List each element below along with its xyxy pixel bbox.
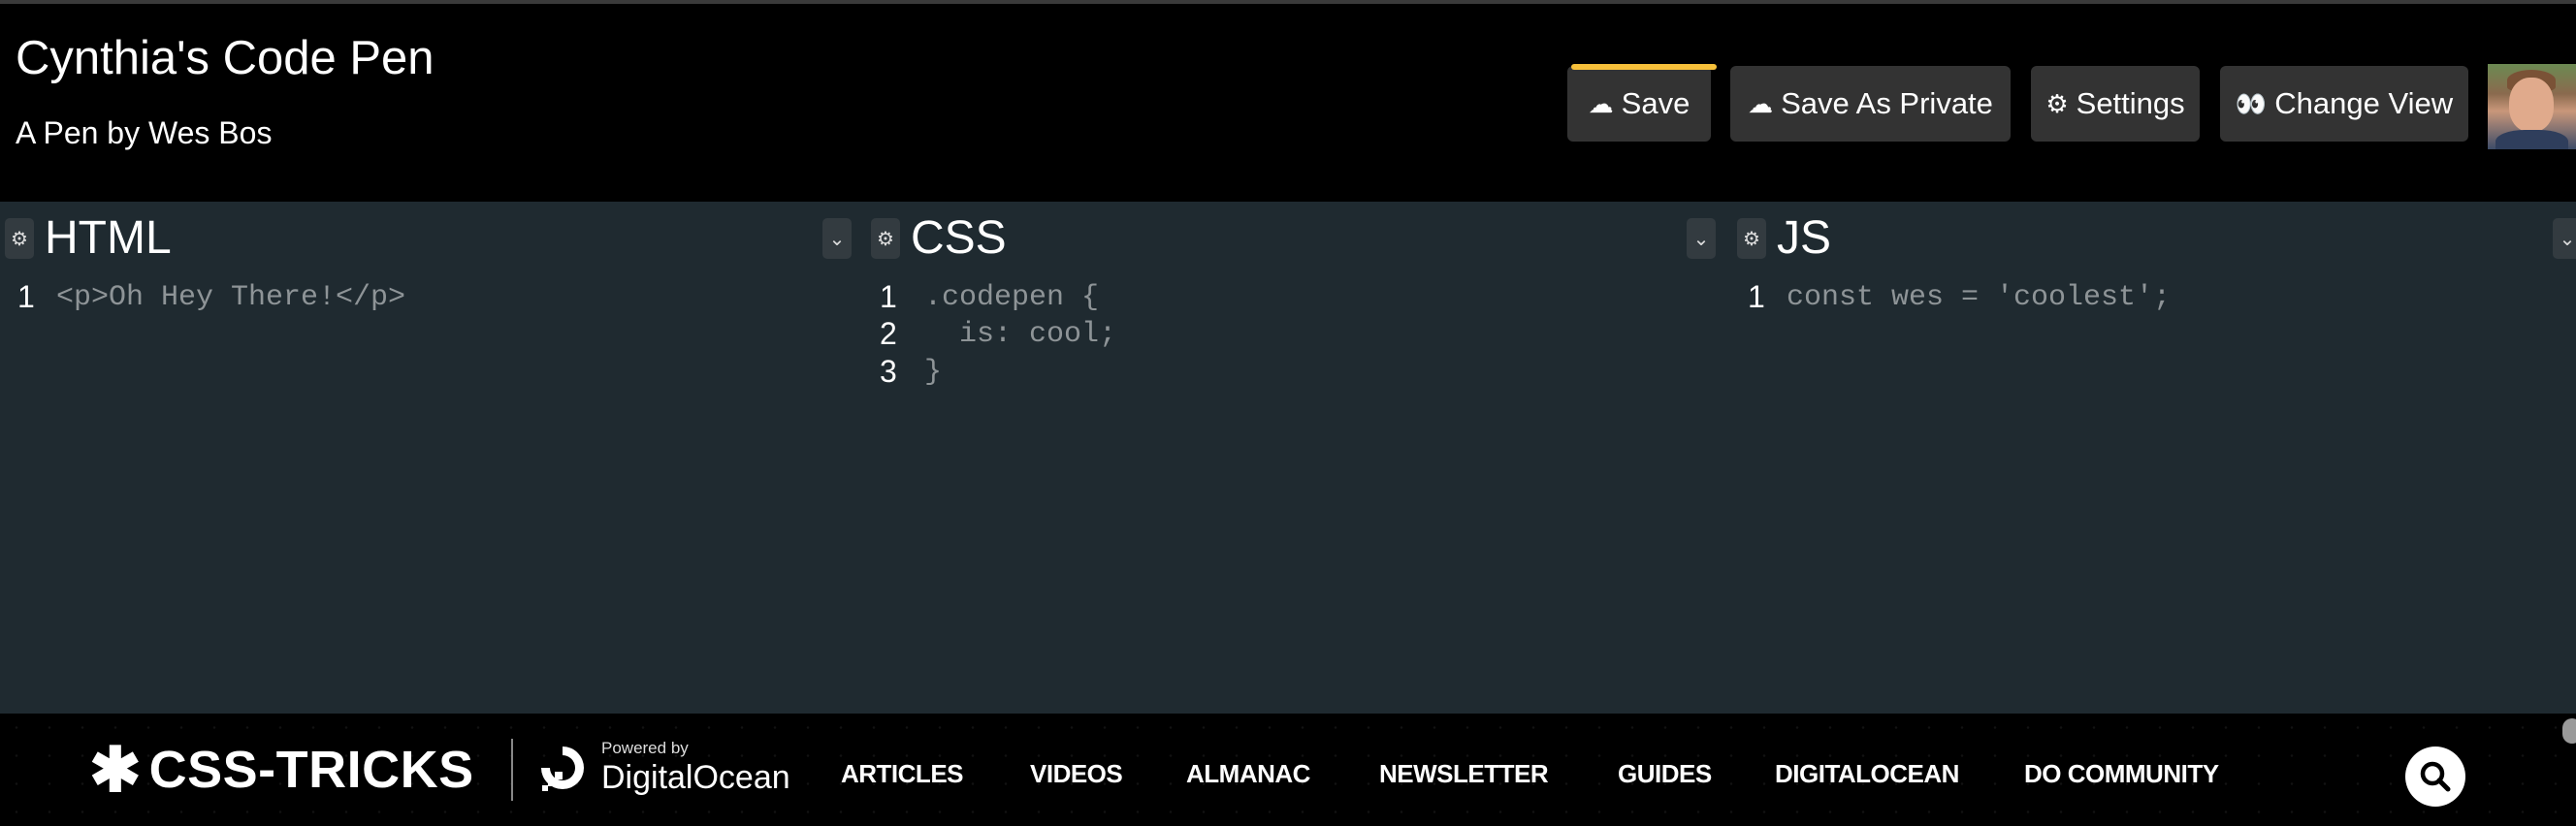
- html-panel-title: HTML: [45, 212, 172, 264]
- css-tricks-footer-bar: ✱ CSS-TRICKS Powered by DigitalOcean ART…: [0, 714, 2576, 826]
- css-tricks-logo[interactable]: ✱ CSS-TRICKS: [89, 735, 474, 805]
- line-number: 1: [1748, 279, 1765, 314]
- html-settings-gear-icon[interactable]: ⚙: [5, 218, 34, 259]
- digitalocean-name: DigitalOcean: [601, 759, 790, 796]
- js-panel-title: JS: [1777, 212, 1832, 264]
- pen-title: Cynthia's Code Pen: [16, 32, 435, 84]
- logo-divider: [511, 739, 513, 801]
- save-button[interactable]: ☁ Save: [1567, 64, 1717, 142]
- js-code-line[interactable]: const wes = 'coolest';: [1787, 281, 2171, 314]
- line-number: 3: [880, 354, 897, 389]
- html-collapse-chevron-icon[interactable]: ⌄: [822, 218, 852, 259]
- cloud-icon: ☁: [1748, 88, 1774, 118]
- nav-articles[interactable]: ARTICLES: [841, 759, 964, 789]
- css-tricks-wordmark: CSS-TRICKS: [148, 741, 474, 799]
- line-number: 1: [17, 279, 35, 314]
- html-editor-panel: ⚙ HTML ⌄ 1 <p>Oh Hey There!</p>: [0, 202, 865, 714]
- change-view-label: Change View: [2274, 86, 2454, 120]
- js-settings-gear-icon[interactable]: ⚙: [1737, 218, 1766, 259]
- nav-newsletter[interactable]: NEWSLETTER: [1379, 759, 1549, 789]
- cloud-icon: ☁: [1588, 88, 1614, 118]
- scrollbar-thumb[interactable]: [2562, 718, 2576, 744]
- digitalocean-sponsor[interactable]: Powered by DigitalOcean: [601, 739, 790, 797]
- css-settings-gear-icon[interactable]: ⚙: [871, 218, 900, 259]
- pen-header: Cynthia's Code Pen A Pen by Wes Bos ☁ Sa…: [0, 4, 2576, 202]
- avatar[interactable]: [2488, 64, 2576, 149]
- digitalocean-icon: [541, 747, 584, 791]
- powered-by-label: Powered by: [601, 739, 689, 757]
- css-code-line[interactable]: .codepen {: [924, 281, 1099, 314]
- css-code-line[interactable]: is: cool;: [924, 318, 1116, 351]
- save-as-private-label: Save As Private: [1781, 86, 1993, 120]
- eyes-icon: 👀: [2235, 88, 2268, 118]
- nav-do-community[interactable]: DO COMMUNITY: [2024, 759, 2219, 789]
- save-label: Save: [1621, 86, 1690, 120]
- editors-area: ⚙ HTML ⌄ 1 <p>Oh Hey There!</p> ⚙ CSS ⌄ …: [0, 202, 2576, 714]
- css-collapse-chevron-icon[interactable]: ⌄: [1687, 218, 1716, 259]
- line-number: 2: [880, 316, 897, 351]
- js-editor-panel: ⚙ JS ⌄ 1 const wes = 'coolest';: [1732, 202, 2576, 714]
- line-number: 1: [880, 279, 897, 314]
- change-view-button[interactable]: 👀 Change View: [2220, 66, 2468, 142]
- html-code-line[interactable]: <p>Oh Hey There!</p>: [56, 281, 405, 314]
- nav-digitalocean[interactable]: DIGITALOCEAN: [1775, 759, 1959, 789]
- pen-author: A Pen by Wes Bos: [16, 115, 273, 150]
- nav-almanac[interactable]: ALMANAC: [1186, 759, 1310, 789]
- gear-icon: ⚙: [2045, 88, 2069, 118]
- search-icon: [2420, 761, 2451, 792]
- js-collapse-chevron-icon[interactable]: ⌄: [2553, 218, 2576, 259]
- css-editor-panel: ⚙ CSS ⌄ 1 .codepen { 2 is: cool; 3 }: [866, 202, 1731, 714]
- settings-button[interactable]: ⚙ Settings: [2031, 66, 2200, 142]
- settings-label: Settings: [2076, 86, 2185, 120]
- save-as-private-button[interactable]: ☁ Save As Private: [1730, 66, 2011, 142]
- search-button[interactable]: [2405, 747, 2465, 807]
- css-panel-title: CSS: [911, 212, 1007, 264]
- asterisk-icon: ✱: [89, 735, 142, 805]
- css-code-line[interactable]: }: [924, 356, 942, 389]
- nav-videos[interactable]: VIDEOS: [1030, 759, 1123, 789]
- nav-guides[interactable]: GUIDES: [1618, 759, 1712, 789]
